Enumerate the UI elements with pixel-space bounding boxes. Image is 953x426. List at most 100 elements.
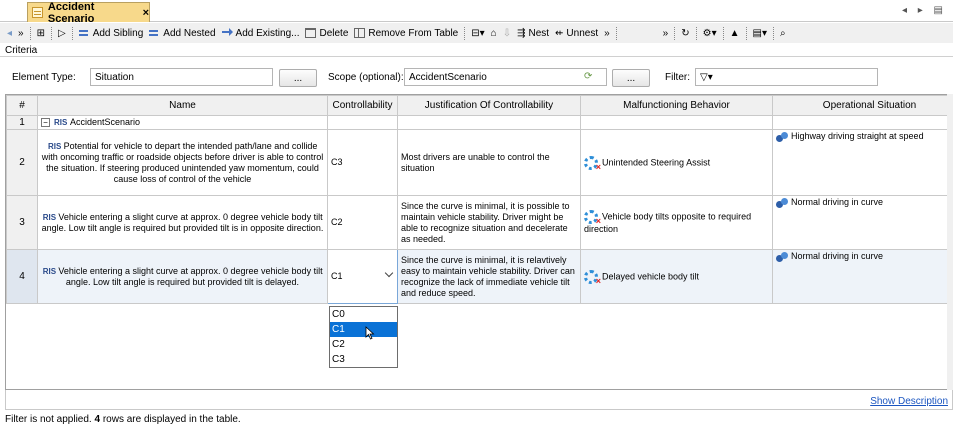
toolbar-more-button-3[interactable]: » (660, 24, 672, 42)
situation-text: Highway driving straight at speed (791, 131, 924, 141)
name-text: Vehicle entering a slight curve at appro… (58, 265, 323, 287)
element-type-label: Element Type: (12, 72, 76, 83)
dropdown-option-c0[interactable]: C0 (330, 307, 397, 322)
name-cell[interactable]: RIS Potential for vehicle to depart the i… (37, 129, 328, 196)
name-cell[interactable]: RIS Vehicle entering a slight curve at ap… (37, 195, 328, 250)
justification-cell[interactable]: Most drivers are unable to control the s… (397, 129, 581, 196)
table-row[interactable]: 3 RIS Vehicle entering a slight curve at … (6, 195, 952, 250)
name-cell[interactable]: RIS Vehicle entering a slight curve at ap… (37, 249, 328, 304)
situation-cell[interactable]: Normal driving in curve (772, 249, 952, 304)
justification-cell[interactable]: Since the curve is minimal, it is possib… (397, 195, 581, 250)
column-header-malfunction[interactable]: Malfunctioning Behavior (580, 95, 773, 116)
table-header-row: # Name Controllability Justification Of … (6, 95, 952, 116)
columns-icon[interactable]: ▤▾ (750, 24, 770, 42)
remove-table-icon (354, 28, 366, 38)
situation-text: Normal driving in curve (791, 251, 884, 261)
add-existing-label: Add Existing... (235, 27, 300, 39)
scope-field[interactable]: AccidentScenario (404, 68, 607, 86)
open-icon[interactable]: ▷ (55, 24, 69, 42)
malfunction-icon (584, 210, 601, 227)
malfunction-text: Vehicle body tilts opposite to required … (584, 211, 752, 234)
scope-clear-icon[interactable]: ⟳ (584, 71, 592, 82)
add-sibling-icon (78, 28, 90, 38)
search-icon[interactable]: ⌕ (777, 24, 789, 42)
name-cell[interactable]: − RIS AccidentScenario (37, 115, 328, 130)
element-type-browse-button[interactable]: ... (279, 69, 317, 87)
add-sibling-button[interactable]: Add Sibling (76, 24, 147, 42)
scenario-icon: RIS (54, 118, 68, 127)
toolbar-more-button[interactable]: » (15, 24, 27, 42)
column-header-controllability[interactable]: Controllability (327, 95, 398, 116)
name-text: Potential for vehicle to depart the inte… (41, 140, 324, 184)
nest-label: Nest (528, 27, 550, 39)
description-bar: Show Description (5, 390, 953, 410)
remove-from-table-button[interactable]: Remove From Table (351, 24, 461, 42)
collapse-toggle-icon[interactable]: − (41, 118, 50, 128)
situation-cell[interactable]: Normal driving in curve (772, 195, 952, 250)
filter-field[interactable]: ▽▾ (695, 68, 878, 86)
malfunction-text: Unintended Steering Assist (602, 156, 711, 167)
controllability-cell[interactable]: C2 (327, 195, 398, 250)
unnest-icon: ⇷ (555, 27, 564, 39)
malfunction-cell[interactable]: Delayed vehicle body tilt (580, 249, 773, 304)
table-icon (32, 7, 43, 18)
add-existing-button[interactable]: Add Existing... (219, 24, 303, 42)
down-icon[interactable]: ⇩ (500, 24, 514, 42)
situation-cell[interactable]: Highway driving straight at speed (772, 129, 952, 196)
controllability-dropdown-list[interactable]: C0 C1 C2 C3 (329, 306, 398, 368)
element-type-field[interactable]: Situation (90, 68, 273, 86)
dropdown-option-c2[interactable]: C2 (330, 337, 397, 352)
operational-situation-icon (776, 251, 788, 262)
data-table: # Name Controllability Justification Of … (6, 95, 952, 304)
nest-button[interactable]: ⇶ Nest (514, 24, 552, 42)
funnel-icon[interactable]: ▽▾ (700, 72, 713, 83)
column-header-number[interactable]: # (6, 95, 38, 116)
chevron-down-icon[interactable] (384, 268, 394, 278)
tab-accident-scenario[interactable]: Accident Scenario × (27, 1, 150, 25)
show-description-link[interactable]: Show Description (870, 396, 948, 407)
layout-icon[interactable]: ⊟▾ (468, 24, 487, 42)
toolbar: ◂ » ⊞ ▷ Add Sibling Add Nested Add Exist… (0, 23, 953, 43)
gear-icon[interactable]: ⚙▾ (700, 24, 720, 42)
add-nested-button[interactable]: Add Nested (146, 24, 218, 42)
back-icon[interactable]: ◂ (4, 24, 15, 42)
refresh-icon[interactable]: ↻ (678, 24, 692, 42)
tree-view-icon[interactable]: ⊞ (34, 24, 48, 42)
up-icon[interactable]: ⌂ (488, 24, 500, 42)
add-sibling-label: Add Sibling (92, 27, 144, 39)
tab-navigation[interactable]: ◂ ▸ ▤ (902, 5, 947, 16)
trash-icon (305, 28, 317, 38)
nest-icon: ⇶ (517, 27, 526, 39)
column-header-situation[interactable]: Operational Situation (772, 95, 952, 116)
operational-situation-icon (776, 197, 788, 208)
situation-cell[interactable] (772, 115, 952, 130)
vertical-scrollbar[interactable] (947, 94, 953, 390)
delete-label: Delete (319, 27, 349, 39)
controllability-select[interactable]: C1 (327, 249, 398, 304)
toolbar-more-button-2[interactable]: » (601, 24, 613, 42)
status-bar: Filter is not applied. 4 rows are displa… (5, 414, 241, 425)
dropdown-option-c3[interactable]: C3 (330, 352, 397, 367)
name-text: AccidentScenario (70, 117, 141, 127)
malfunction-cell[interactable]: Vehicle body tilts opposite to required … (580, 195, 773, 250)
delete-button[interactable]: Delete (302, 24, 351, 42)
table-row[interactable]: 2 RIS Potential for vehicle to depart the… (6, 129, 952, 196)
criteria-divider (0, 56, 953, 57)
unnest-button[interactable]: ⇷ Unnest (552, 24, 601, 42)
table-row[interactable]: 4 RIS Vehicle entering a slight curve at … (6, 249, 952, 304)
situation-element-icon: RIS (47, 141, 62, 151)
close-icon[interactable]: × (143, 7, 149, 19)
table-row[interactable]: 1 − RIS AccidentScenario (6, 115, 952, 130)
malfunction-cell[interactable] (580, 115, 773, 130)
malfunction-text: Delayed vehicle body tilt (602, 270, 700, 281)
controllability-cell[interactable]: C3 (327, 129, 398, 196)
collapse-icon[interactable]: ▲ (727, 24, 743, 42)
justification-cell[interactable]: Since the curve is minimal, it is relavt… (397, 249, 581, 304)
scope-browse-button[interactable]: ... (612, 69, 650, 87)
justification-cell[interactable] (397, 115, 581, 130)
column-header-justification[interactable]: Justification Of Controllability (397, 95, 581, 116)
malfunction-cell[interactable]: Unintended Steering Assist (580, 129, 773, 196)
column-header-name[interactable]: Name (37, 95, 328, 116)
dropdown-option-c1[interactable]: C1 (330, 322, 397, 337)
controllability-cell[interactable] (327, 115, 398, 130)
